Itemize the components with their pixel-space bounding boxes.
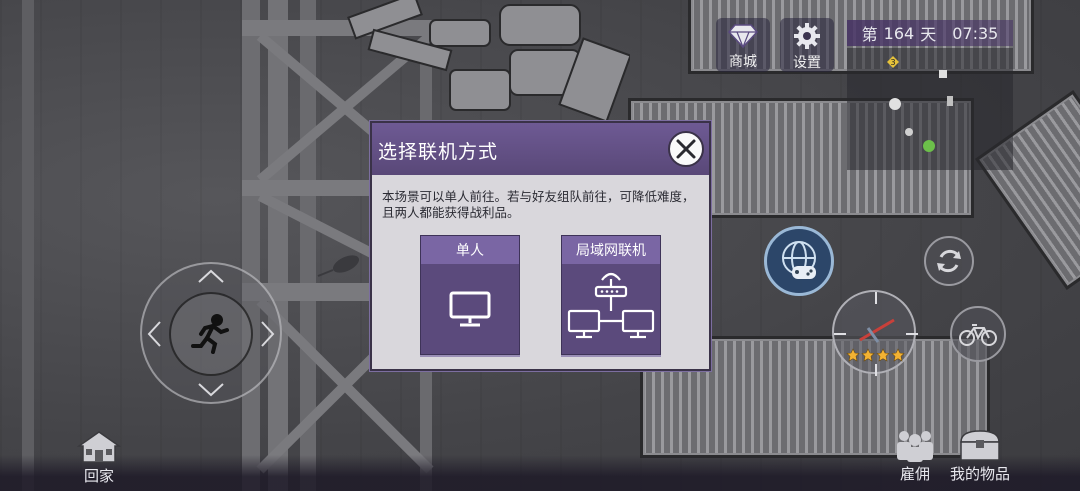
bicycle-button[interactable]	[950, 306, 1006, 362]
crosshair-icon	[834, 292, 918, 376]
home-label: 回家	[83, 467, 114, 485]
online-game-button[interactable]	[764, 226, 834, 296]
settings-label: 设置	[793, 55, 821, 71]
hire-label: 雇佣	[899, 465, 930, 483]
home-button[interactable]: 回家	[74, 430, 124, 486]
lan-mode-button[interactable]: 局域网联机	[561, 235, 661, 355]
diamond-icon	[727, 24, 759, 49]
my-items-button[interactable]: 我的物品	[944, 428, 1016, 484]
star-rating	[846, 348, 905, 362]
dialog-description: 本场景可以单人前往。若与好友组队前往，可降低难度，且两人都能获得战利品。	[382, 189, 695, 220]
crate-pile	[347, 0, 630, 123]
chevron-up-icon	[198, 269, 224, 283]
lan-network-icon	[567, 272, 655, 339]
refresh-icon	[937, 249, 961, 273]
group-people-icon	[897, 431, 933, 462]
game-time: 07:35	[952, 23, 999, 43]
hire-button[interactable]: 雇佣	[888, 428, 942, 484]
settings-button[interactable]: 设置	[780, 18, 834, 72]
dialog-header: 选择联机方式	[372, 123, 709, 175]
solo-mode-button[interactable]: 单人	[420, 235, 520, 355]
lan-mode-label: 局域网联机	[562, 236, 660, 264]
monitor-icon	[449, 291, 491, 327]
close-icon	[676, 139, 696, 159]
movement-joystick-knob[interactable]	[169, 292, 253, 376]
gear-icon	[794, 23, 820, 49]
shop-button[interactable]: 商城	[716, 18, 770, 72]
bicycle-icon	[959, 324, 997, 346]
day-time-display: 第 164 天 07:35	[847, 20, 1013, 46]
chevron-left-icon	[147, 321, 161, 347]
connection-mode-dialog: 选择联机方式 本场景可以单人前往。若与好友组队前往，可降低难度，且两人都能获得战…	[370, 121, 711, 371]
solo-mode-label: 单人	[421, 236, 519, 264]
dialog-title: 选择联机方式	[378, 141, 499, 163]
shop-label: 商城	[729, 54, 757, 70]
attack-target-button[interactable]	[832, 290, 918, 376]
minimap-markers: 3	[887, 56, 953, 152]
close-button[interactable]	[668, 131, 704, 167]
my-items-label: 我的物品	[949, 465, 1010, 483]
chevron-down-icon	[198, 383, 224, 397]
globe-gamepad-icon	[782, 241, 816, 279]
svg-text:3: 3	[890, 58, 895, 67]
day-suffix: 天	[920, 25, 937, 44]
running-person-icon	[191, 314, 229, 354]
minimap[interactable]: 3	[847, 48, 1013, 170]
treasure-chest-icon	[960, 430, 1000, 461]
house-icon	[77, 431, 121, 463]
chevron-right-icon	[261, 321, 275, 347]
day-prefix: 第	[861, 25, 878, 44]
switch-refresh-button[interactable]	[924, 236, 974, 286]
day-number: 164	[883, 23, 915, 43]
